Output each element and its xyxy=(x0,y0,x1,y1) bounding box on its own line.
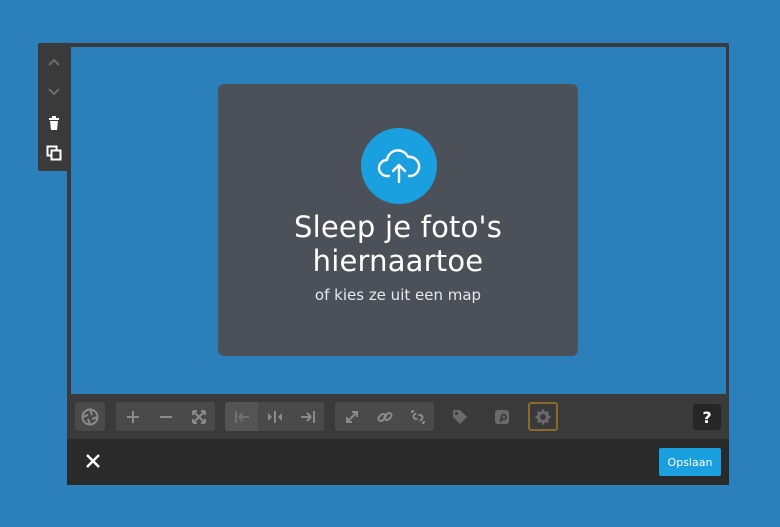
fit-icon xyxy=(191,409,206,424)
photo-dropzone[interactable]: Sleep je foto's hiernaartoe of kies ze u… xyxy=(218,84,578,356)
shutter-icon xyxy=(81,408,99,425)
link-group xyxy=(335,402,434,431)
zoom-in-icon xyxy=(126,410,139,423)
shutter-button[interactable] xyxy=(75,402,105,431)
side-toolbar xyxy=(38,43,70,171)
zoom-out-icon xyxy=(159,415,172,418)
link-button[interactable] xyxy=(368,402,401,431)
photo-editor: Sleep je foto's hiernaartoe of kies ze u… xyxy=(67,43,729,485)
zoom-out-button[interactable] xyxy=(149,402,182,431)
align-right-icon xyxy=(300,410,315,423)
chevron-down-icon xyxy=(48,88,60,96)
dropzone-title-line2: hiernaartoe xyxy=(312,244,484,278)
delete-button[interactable] xyxy=(38,108,70,138)
editor-footer: Opslaan xyxy=(67,439,729,485)
tag-icon xyxy=(453,409,467,424)
dropzone-subtitle[interactable]: of kies ze uit een map xyxy=(218,286,578,304)
align-center-icon xyxy=(267,410,282,423)
save-button[interactable]: Opslaan xyxy=(659,448,721,476)
dropzone-title-line1: Sleep je foto's xyxy=(293,210,503,244)
zoom-group xyxy=(116,402,215,431)
tag-button[interactable] xyxy=(445,402,475,431)
unlink-icon xyxy=(410,409,425,424)
shutter-group xyxy=(75,402,105,431)
photo-canvas: Sleep je foto's hiernaartoe of kies ze u… xyxy=(71,47,726,394)
settings-icon xyxy=(535,409,551,424)
dropzone-title: Sleep je foto's hiernaartoe xyxy=(218,210,578,278)
pinterest-button[interactable] xyxy=(487,402,517,431)
close-icon xyxy=(86,454,100,468)
move-down-button[interactable] xyxy=(38,77,70,107)
chevron-up-icon xyxy=(48,58,60,66)
link-icon xyxy=(376,411,393,422)
duplicate-button[interactable] xyxy=(38,138,70,168)
help-button[interactable]: ? xyxy=(693,404,721,430)
align-group xyxy=(225,402,324,431)
align-left-button[interactable] xyxy=(225,402,258,431)
align-center-button[interactable] xyxy=(258,402,291,431)
align-left-icon xyxy=(234,410,249,423)
settings-button[interactable] xyxy=(528,402,558,431)
editor-toolbar: ? xyxy=(67,394,729,439)
resize-button[interactable] xyxy=(335,402,368,431)
align-right-button[interactable] xyxy=(291,402,324,431)
zoom-in-button[interactable] xyxy=(116,402,149,431)
close-button[interactable] xyxy=(83,451,103,471)
trash-icon xyxy=(49,116,59,130)
resize-icon xyxy=(345,410,358,423)
pinterest-icon xyxy=(495,409,509,424)
unlink-button[interactable] xyxy=(401,402,434,431)
move-up-button[interactable] xyxy=(38,47,70,77)
cloud-upload-icon xyxy=(377,149,421,184)
upload-button[interactable] xyxy=(361,128,437,204)
fit-button[interactable] xyxy=(182,402,215,431)
duplicate-icon xyxy=(46,145,62,161)
